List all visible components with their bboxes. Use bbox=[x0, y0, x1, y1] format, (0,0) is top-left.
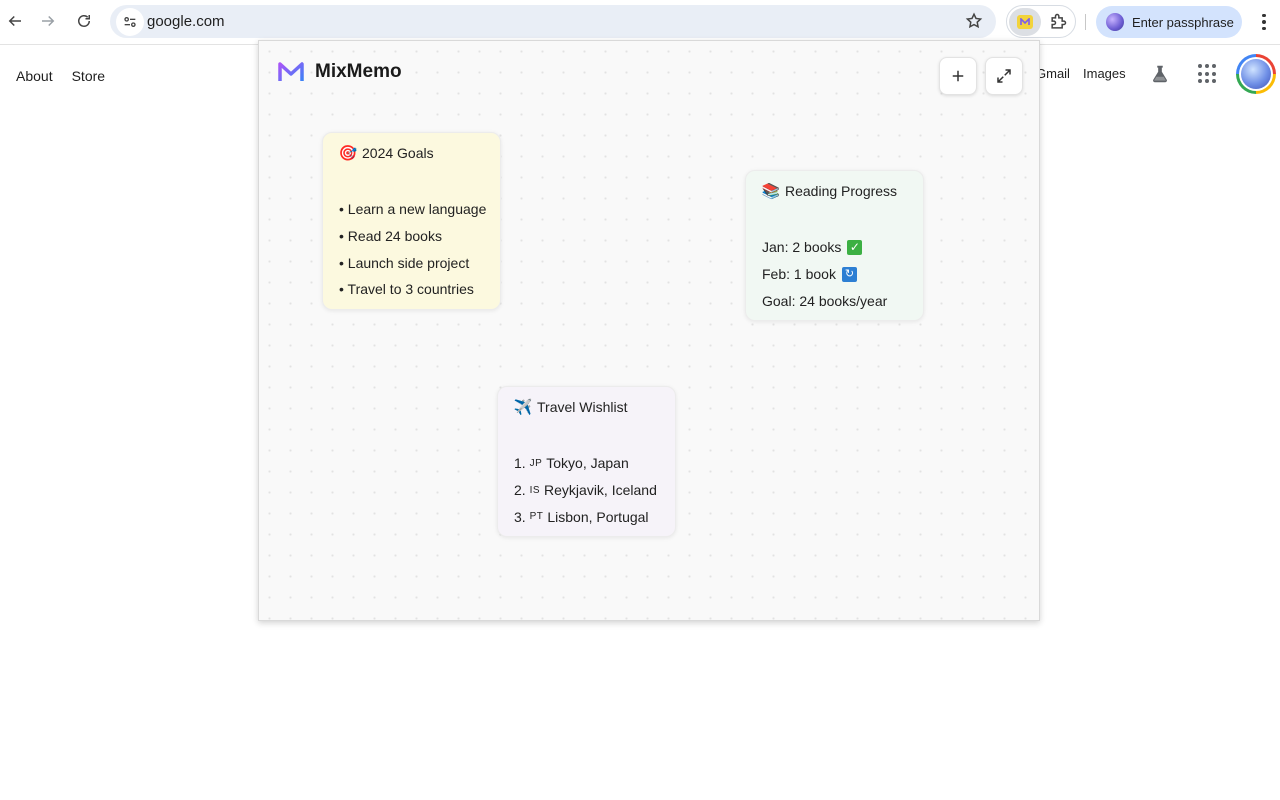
target-icon: 🎯 bbox=[338, 145, 358, 162]
flag-icon: PT bbox=[529, 511, 544, 523]
line-text: Tokyo, Japan bbox=[546, 455, 629, 472]
more-menu-icon[interactable] bbox=[1252, 8, 1276, 36]
passphrase-label: Enter passphrase bbox=[1132, 14, 1234, 30]
expand-button[interactable] bbox=[985, 57, 1023, 95]
plus-icon bbox=[952, 70, 964, 82]
list-item: • Learn a new language bbox=[339, 201, 487, 218]
brand: MixMemo bbox=[278, 61, 402, 83]
images-link[interactable]: Images bbox=[1083, 66, 1126, 81]
expand-icon bbox=[997, 69, 1011, 83]
list-item: Jan: 2 books ✓ bbox=[762, 234, 907, 261]
list-item: • Travel to 3 countries bbox=[339, 281, 474, 298]
flag-icon: IS bbox=[529, 484, 541, 496]
google-left-nav: About Store bbox=[16, 68, 105, 84]
list-item: • Launch side project bbox=[339, 254, 470, 271]
extensions-puzzle-icon[interactable] bbox=[1047, 11, 1069, 33]
line-text: Reykjavik, Iceland bbox=[544, 482, 657, 499]
reload-icon[interactable] bbox=[69, 6, 99, 36]
labs-flask-icon[interactable] bbox=[1149, 63, 1171, 85]
list-item: • Read 24 books bbox=[339, 228, 442, 245]
note-title: ✈️ Travel Wishlist bbox=[514, 397, 659, 417]
brand-name: MixMemo bbox=[315, 61, 402, 82]
note-title: 🎯 2024 Goals bbox=[339, 143, 484, 163]
add-note-button[interactable] bbox=[939, 57, 977, 95]
list-item: 2. IS Reykjavik, Iceland bbox=[514, 477, 659, 504]
bookmark-star-icon[interactable] bbox=[964, 11, 984, 31]
list-number: 3. bbox=[514, 508, 526, 525]
list-number: 1. bbox=[514, 455, 526, 472]
note-title-text: 2024 Goals bbox=[362, 145, 434, 161]
gmail-link[interactable]: Gmail bbox=[1036, 66, 1070, 81]
check-mark-icon: ✓ bbox=[847, 239, 863, 255]
note-reading-progress[interactable]: 📚 Reading Progress Jan: 2 books ✓ Feb: 1… bbox=[745, 170, 924, 321]
google-account-avatar[interactable] bbox=[1236, 54, 1276, 94]
address-bar[interactable]: google.com bbox=[110, 5, 996, 38]
flag-icon: JP bbox=[529, 457, 543, 469]
google-apps-icon[interactable] bbox=[1198, 64, 1218, 84]
enter-passphrase-button[interactable]: Enter passphrase bbox=[1096, 6, 1242, 38]
mixmemo-logo-icon bbox=[278, 62, 304, 81]
forward-arrow-icon[interactable] bbox=[33, 6, 63, 36]
list-number: 2. bbox=[514, 482, 526, 499]
list-item: 1. JP Tokyo, Japan bbox=[514, 450, 659, 477]
about-link[interactable]: About bbox=[16, 68, 53, 84]
airplane-icon: ✈️ bbox=[513, 399, 533, 416]
line-text: Lisbon, Portugal bbox=[547, 508, 649, 525]
note-2024-goals[interactable]: 🎯 2024 Goals • Learn a new language • Re… bbox=[322, 132, 501, 310]
note-title: 📚 Reading Progress bbox=[762, 181, 907, 201]
browser-toolbar: google.com Enter passphrase bbox=[0, 0, 1280, 45]
line-text: Feb: 1 book bbox=[762, 266, 836, 283]
note-title-text: Travel Wishlist bbox=[537, 399, 628, 415]
line-text: Jan: 2 books bbox=[762, 239, 842, 256]
mixmemo-extension-icon[interactable] bbox=[1009, 8, 1041, 36]
back-arrow-icon[interactable] bbox=[0, 6, 30, 36]
list-item: Feb: 1 book ↻ bbox=[762, 261, 907, 288]
repeat-icon: ↻ bbox=[841, 266, 857, 282]
store-link[interactable]: Store bbox=[72, 68, 105, 84]
books-icon: 📚 bbox=[761, 183, 781, 200]
toolbar-divider bbox=[1085, 14, 1086, 30]
list-item: Goal: 24 books/year bbox=[762, 287, 907, 314]
mixmemo-popup: MixMemo 🎯 2024 Goals • Learn a new langu… bbox=[258, 40, 1040, 621]
note-title-text: Reading Progress bbox=[785, 183, 898, 199]
note-travel-wishlist[interactable]: ✈️ Travel Wishlist 1. JP Tokyo, Japan 2. … bbox=[497, 386, 676, 537]
extensions-group bbox=[1006, 5, 1076, 38]
list-item: 3. PT Lisbon, Portugal bbox=[514, 503, 659, 530]
site-info-icon[interactable] bbox=[116, 8, 144, 36]
profile-icon bbox=[1106, 13, 1124, 31]
line-text: Goal: 24 books/year bbox=[762, 292, 888, 309]
url-text: google.com bbox=[147, 13, 225, 30]
